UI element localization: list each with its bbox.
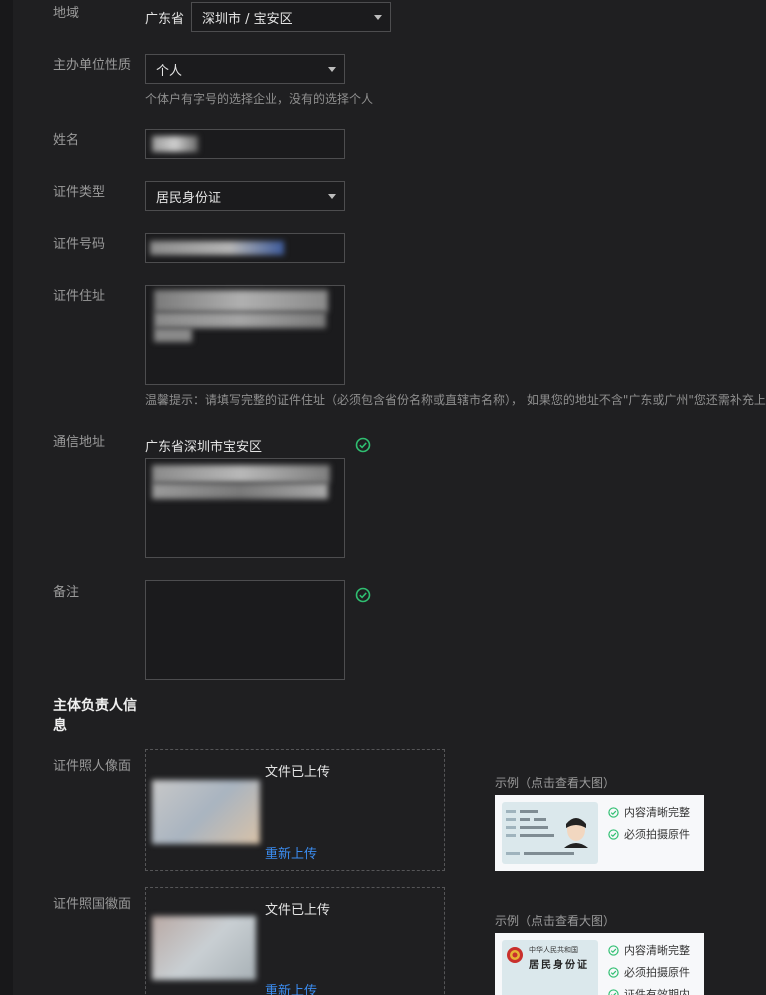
national-emblem-icon bbox=[507, 947, 523, 963]
id-type-value: 居民身份证 bbox=[156, 190, 222, 206]
left-sidebar-strip bbox=[0, 0, 13, 995]
org-type-value: 个人 bbox=[156, 63, 183, 79]
section-title: 主体负责人信息 bbox=[53, 698, 137, 734]
check-circle-icon bbox=[355, 437, 371, 453]
id-address-textarea[interactable] bbox=[145, 285, 345, 385]
id-card-back-illustration: 中华人民共和国 居民身份证 bbox=[502, 940, 598, 995]
emblem-line-1: 中华人民共和国 bbox=[529, 946, 578, 954]
example-label: 示例（点击查看大图） bbox=[495, 776, 616, 790]
upload-front-label: 证件照人像面 bbox=[53, 759, 132, 774]
chevron-down-icon bbox=[374, 15, 382, 20]
org-type-hint: 个体户有字号的选择企业，没有的选择个人 bbox=[145, 92, 374, 106]
example-check-text: 内容清晰完整 bbox=[624, 944, 690, 957]
org-type-label: 主办单位性质 bbox=[53, 58, 132, 73]
mail-address-textarea[interactable] bbox=[145, 458, 345, 558]
upload-back-label: 证件照国徽面 bbox=[53, 897, 132, 912]
check-circle-icon bbox=[608, 966, 619, 978]
reupload-link[interactable]: 重新上传 bbox=[265, 843, 317, 862]
id-number-label: 证件号码 bbox=[53, 237, 106, 252]
region-province: 广东省 bbox=[145, 12, 185, 27]
example-check-text: 内容清晰完整 bbox=[624, 806, 690, 819]
chevron-down-icon bbox=[328, 194, 336, 199]
id-type-select[interactable]: 居民身份证 bbox=[145, 181, 345, 211]
redacted-address-line bbox=[154, 290, 328, 312]
upload-front-dropzone[interactable]: 文件已上传 重新上传 bbox=[145, 749, 445, 871]
example-label: 示例（点击查看大图） bbox=[495, 914, 616, 928]
region-city-select[interactable]: 深圳市 / 宝安区 bbox=[191, 2, 391, 32]
redacted-name bbox=[152, 136, 198, 152]
upload-status: 文件已上传 bbox=[265, 903, 331, 918]
mail-address-label: 通信地址 bbox=[53, 435, 106, 450]
reupload-link[interactable]: 重新上传 bbox=[265, 980, 317, 995]
example-check-text: 证件有效期内 bbox=[624, 988, 690, 995]
upload-back-dropzone[interactable]: 文件已上传 重新上传 bbox=[145, 887, 445, 995]
example-check-1: 内容清晰完整 bbox=[608, 942, 690, 958]
org-type-select[interactable]: 个人 bbox=[145, 54, 345, 84]
id-address-hint: 温馨提示：请填写完整的证件住址（必须包含省份名称或直辖市名称）， 如果您的地址不… bbox=[145, 393, 766, 407]
id-type-label: 证件类型 bbox=[53, 185, 106, 200]
example-check-2: 必须拍摄原件 bbox=[608, 826, 690, 842]
redacted-address-line bbox=[152, 483, 328, 499]
emblem-line-2: 居民身份证 bbox=[529, 960, 589, 971]
example-image-back[interactable]: 中华人民共和国 居民身份证 内容清晰完整 必须拍摄原件 证件有效期内 bbox=[495, 933, 704, 995]
mail-address-prefix: 广东省深圳市宝安区 bbox=[145, 440, 263, 455]
example-check-1: 内容清晰完整 bbox=[608, 804, 690, 820]
redacted-address-line bbox=[154, 328, 192, 342]
name-input[interactable] bbox=[145, 129, 345, 159]
check-circle-icon bbox=[608, 944, 619, 956]
example-image-front[interactable]: 内容清晰完整 必须拍摄原件 bbox=[495, 795, 704, 871]
check-circle-icon bbox=[608, 988, 619, 995]
check-circle-icon bbox=[355, 587, 371, 603]
example-check-text: 必须拍摄原件 bbox=[624, 828, 690, 841]
region-city-value: 深圳市 / 宝安区 bbox=[202, 11, 293, 27]
example-check-2: 必须拍摄原件 bbox=[608, 964, 690, 980]
remark-textarea[interactable] bbox=[145, 580, 345, 680]
check-circle-icon bbox=[608, 806, 619, 818]
upload-status: 文件已上传 bbox=[265, 765, 331, 780]
redacted-address-line bbox=[154, 312, 326, 328]
remark-label: 备注 bbox=[53, 585, 80, 600]
id-card-front-illustration bbox=[502, 802, 598, 864]
uploaded-image-thumbnail bbox=[152, 780, 260, 844]
region-label: 地域 bbox=[53, 6, 80, 21]
check-circle-icon bbox=[608, 828, 619, 840]
id-address-label: 证件住址 bbox=[53, 289, 106, 304]
id-number-input[interactable] bbox=[145, 233, 345, 263]
example-check-3: 证件有效期内 bbox=[608, 986, 690, 995]
chevron-down-icon bbox=[328, 67, 336, 72]
redacted-address-line bbox=[152, 465, 330, 483]
name-label: 姓名 bbox=[53, 133, 80, 148]
uploaded-image-thumbnail bbox=[152, 916, 256, 980]
example-check-text: 必须拍摄原件 bbox=[624, 966, 690, 979]
redacted-id-number bbox=[150, 241, 284, 255]
